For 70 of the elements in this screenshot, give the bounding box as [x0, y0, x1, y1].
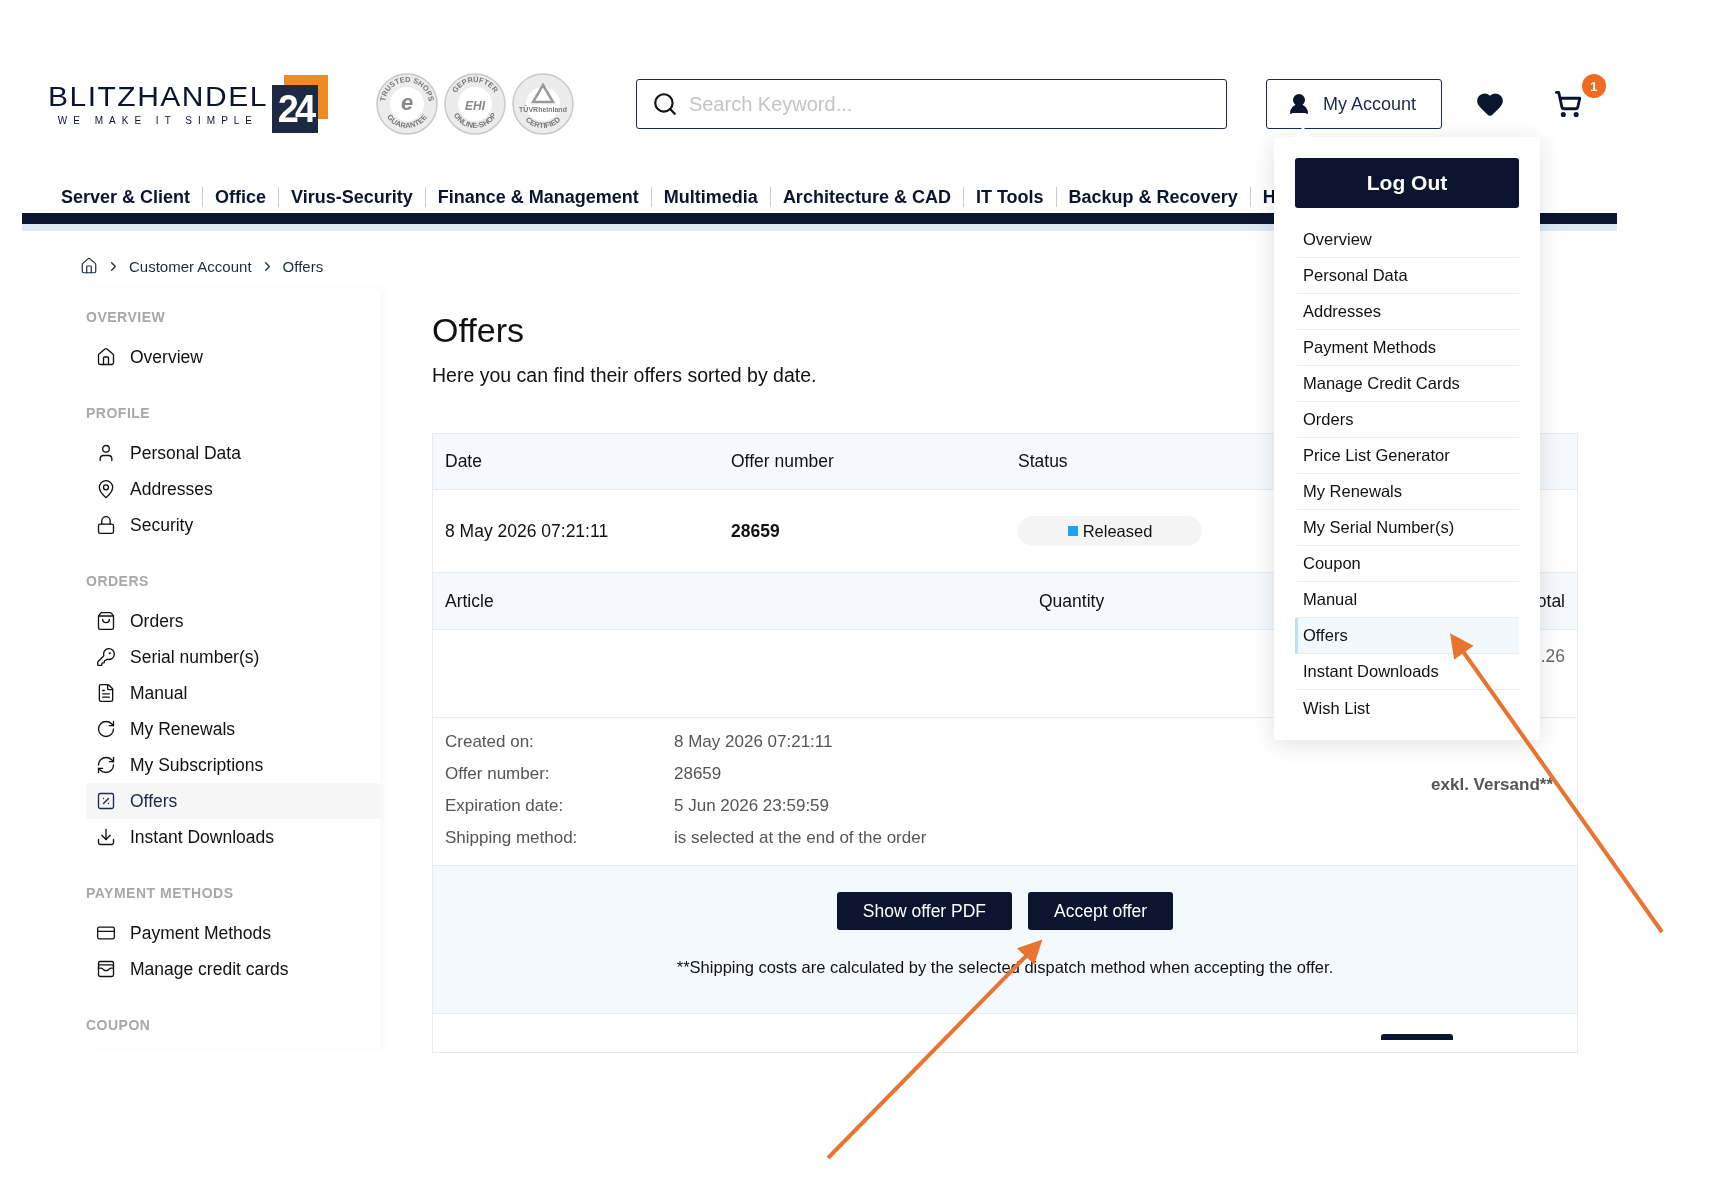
- cards-icon: [96, 959, 116, 979]
- column-header: Quantity: [1038, 590, 1105, 612]
- column-header: Date: [445, 451, 482, 472]
- page-subtitle: Here you can find their offers sorted by date.: [432, 364, 817, 387]
- document-icon: [96, 683, 116, 703]
- section-heading: COUPON: [86, 1017, 152, 1035]
- nav-link[interactable]: Architecture & CAD: [769, 186, 963, 207]
- sidebar-item[interactable]: Addresses: [86, 471, 380, 507]
- refresh-icon: [96, 755, 116, 775]
- lock-icon: [96, 515, 116, 535]
- detail-value: 28659: [674, 764, 722, 785]
- pdf-button[interactable]: Show offer PDF: [836, 892, 1013, 930]
- nav-link[interactable]: Finance & Management: [424, 186, 651, 207]
- detail-value: 8 May 2026 07:21:11: [674, 732, 833, 753]
- menu-item[interactable]: Offers: [1295, 618, 1519, 654]
- section-heading: OVERVIEW: [86, 309, 167, 327]
- nav-link[interactable]: IT Tools: [962, 186, 1056, 207]
- detail-label: Shipping method:: [445, 828, 578, 849]
- table-cell-text: 28659: [731, 520, 781, 542]
- breadcrumb-link[interactable]: Offers: [282, 257, 324, 275]
- rotate-icon: [96, 719, 116, 739]
- detail-label: Expiration date:: [445, 796, 564, 817]
- section-heading: PAYMENT METHODS: [86, 885, 235, 903]
- percent-icon: [96, 791, 116, 811]
- section-heading: ORDERS: [86, 573, 150, 591]
- map-pin-icon: [96, 479, 116, 499]
- shipping-note: exkl. Versand**: [1431, 775, 1553, 795]
- nav-link[interactable]: Server & Client: [49, 186, 203, 207]
- status-badge: Released: [1018, 516, 1202, 546]
- house-icon: [96, 347, 116, 367]
- nav-link[interactable]: Office: [202, 186, 279, 207]
- sidebar-item[interactable]: My Renewals: [86, 711, 380, 747]
- download-icon: [96, 827, 116, 847]
- column-header: Offer number: [731, 451, 834, 472]
- key-icon: [96, 647, 116, 667]
- sidebar-item[interactable]: Payment Methods: [86, 915, 380, 951]
- sidebar-item[interactable]: My Subscriptions: [86, 747, 380, 783]
- table-cell: 8 May 2026 07:21:11: [445, 520, 609, 542]
- sidebar-item[interactable]: Overview: [86, 339, 380, 375]
- home-icon[interactable]: [80, 257, 98, 275]
- section-heading: PROFILE: [86, 405, 152, 423]
- detail-value: 5 Jun 2026 23:59:59: [674, 796, 830, 817]
- accept-button[interactable]: Accept offer: [1028, 892, 1174, 930]
- account-button[interactable]: My Account: [1265, 79, 1442, 129]
- sidebar-item[interactable]: Offers: [86, 783, 380, 819]
- sidebar-item[interactable]: Instant Downloads: [86, 819, 380, 855]
- nav-link[interactable]: Backup & Recovery: [1055, 186, 1250, 207]
- wishlist-button[interactable]: [1475, 90, 1504, 118]
- sidebar-item[interactable]: Serial number(s): [86, 639, 380, 675]
- column-header: Status: [1018, 451, 1068, 472]
- detail-label: Created on:: [445, 732, 534, 753]
- nav-link[interactable]: Multimedia: [650, 186, 770, 207]
- sidebar-item[interactable]: Orders: [86, 603, 380, 639]
- detail-label: Offer number:: [445, 764, 550, 785]
- shopping-bag-icon: [96, 611, 116, 631]
- search-field[interactable]: Search Keyword...: [635, 79, 1227, 129]
- page-title: Offers: [432, 311, 524, 350]
- table-cell-text: .26: [1540, 646, 1566, 667]
- sidebar-item[interactable]: Manage credit cards: [86, 951, 380, 987]
- column-header: Article: [445, 590, 494, 612]
- breadcrumb-link[interactable]: Customer Account: [129, 257, 252, 275]
- search-icon: [651, 91, 678, 117]
- sidebar-item[interactable]: Security: [86, 507, 380, 543]
- logout-button[interactable]: Log Out: [1295, 158, 1519, 208]
- sidebar-item[interactable]: Personal Data: [86, 435, 380, 471]
- nav-link[interactable]: Virus-Security: [278, 186, 425, 207]
- detail-value: is selected at the end of the order: [674, 828, 927, 849]
- sidebar-item[interactable]: Manual: [86, 675, 380, 711]
- cart-button[interactable]: [1553, 90, 1582, 118]
- cart-count: 1: [1581, 74, 1606, 98]
